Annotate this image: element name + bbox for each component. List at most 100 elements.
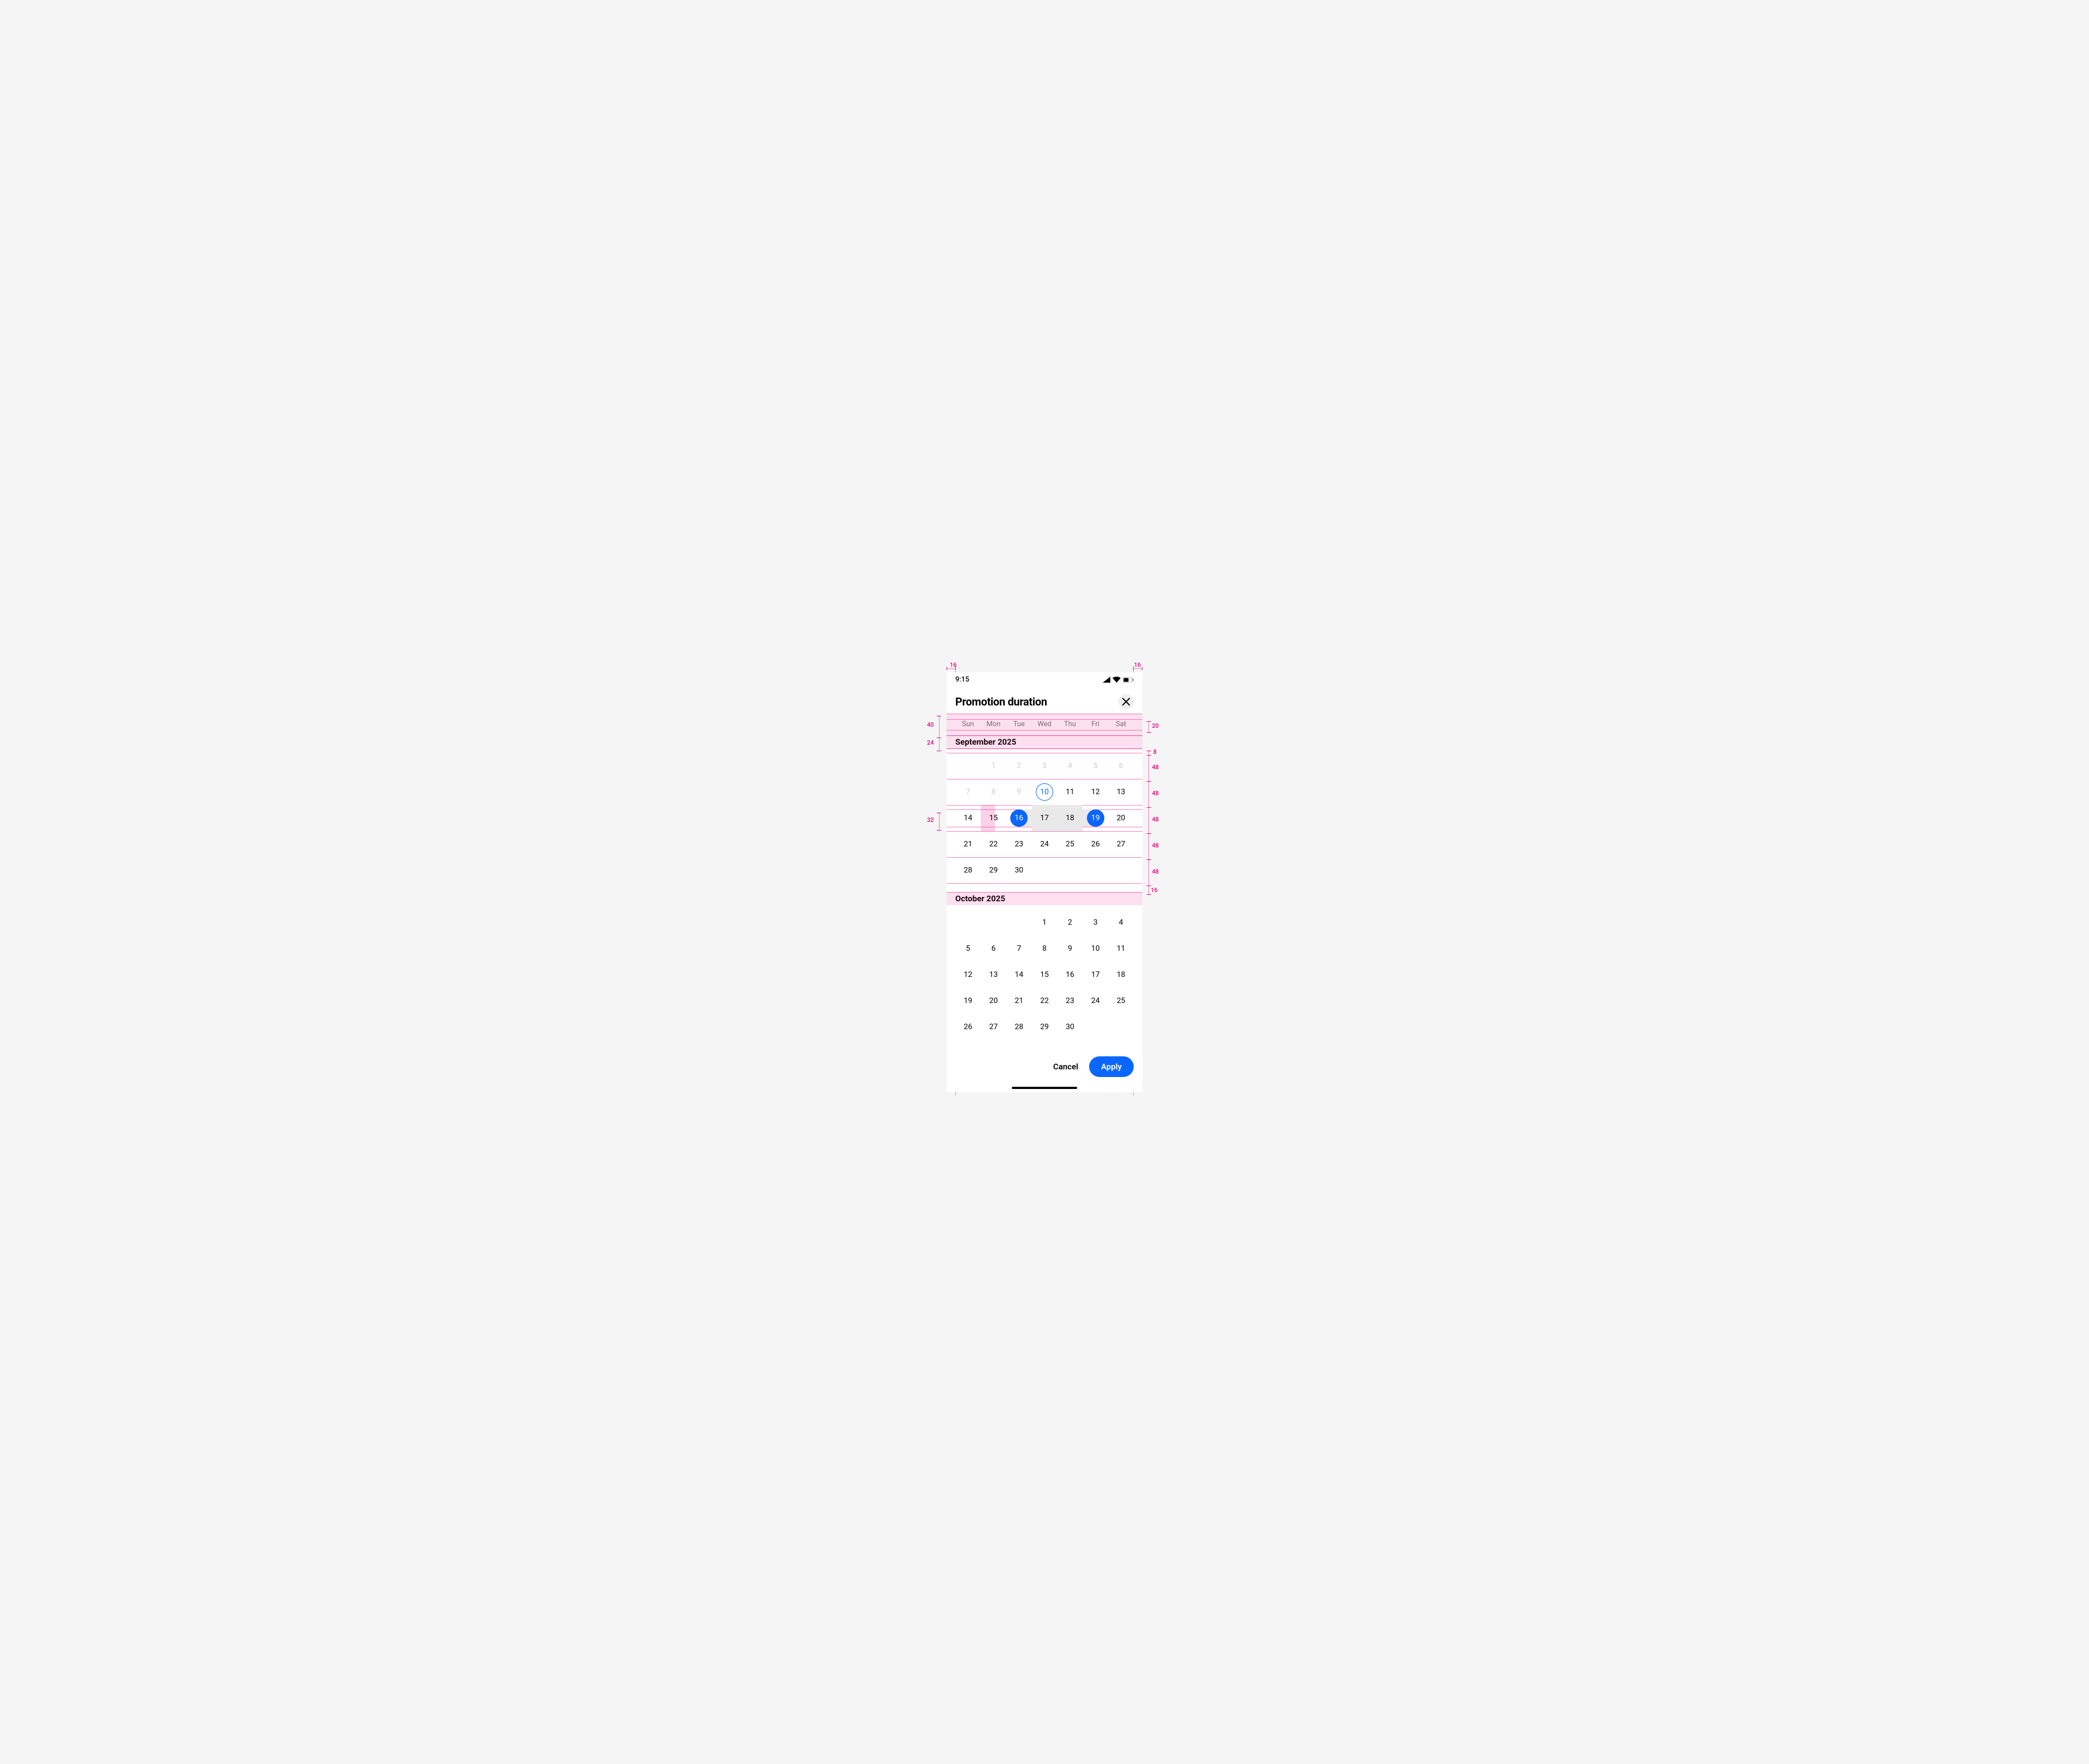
day-oct-18[interactable]: 18 bbox=[1108, 962, 1134, 988]
day-oct-16[interactable]: 16 bbox=[1057, 962, 1083, 988]
spec-label-48d: 48 bbox=[1152, 842, 1159, 849]
day-oct-5[interactable]: 5 bbox=[955, 936, 981, 962]
day-oct-2[interactable]: 2 bbox=[1057, 909, 1083, 936]
month-label-oct: October 2025 bbox=[947, 892, 1142, 905]
day-oct-3[interactable]: 3 bbox=[1083, 909, 1108, 936]
day-oct-15[interactable]: 15 bbox=[1032, 962, 1058, 988]
day-sep-15[interactable]: 15 bbox=[981, 805, 1006, 831]
spec-label-24: 24 bbox=[927, 739, 934, 746]
day-sep-6: 6 bbox=[1108, 753, 1134, 779]
status-time: 9:15 bbox=[955, 676, 969, 684]
month-label-sep: September 2025 bbox=[947, 735, 1142, 748]
day-oct-14[interactable]: 14 bbox=[1006, 962, 1032, 988]
day-sep-14[interactable]: 14 bbox=[955, 805, 981, 831]
day-empty bbox=[955, 753, 981, 779]
day-sep-10-today[interactable]: 10 bbox=[1032, 779, 1058, 805]
day-sep-1: 1 bbox=[981, 753, 1006, 779]
day-sep-5: 5 bbox=[1083, 753, 1108, 779]
close-button[interactable] bbox=[1118, 694, 1134, 709]
day-sep-21[interactable]: 21 bbox=[955, 831, 981, 857]
day-sep-2: 2 bbox=[1006, 753, 1032, 779]
dialog-footer: Cancel Apply bbox=[947, 1049, 1142, 1081]
day-oct-12[interactable]: 12 bbox=[955, 962, 981, 988]
day-sep-11[interactable]: 11 bbox=[1057, 779, 1083, 805]
day-oct-25[interactable]: 25 bbox=[1108, 988, 1134, 1014]
close-icon bbox=[1122, 698, 1130, 705]
cancel-button[interactable]: Cancel bbox=[1053, 1062, 1078, 1072]
day-oct-11[interactable]: 11 bbox=[1108, 936, 1134, 962]
weekday-wed: Wed bbox=[1032, 720, 1058, 728]
spec-label-48c: 48 bbox=[1152, 816, 1159, 823]
day-oct-10[interactable]: 10 bbox=[1083, 936, 1108, 962]
day-sep-27[interactable]: 27 bbox=[1108, 831, 1134, 857]
day-sep-13[interactable]: 13 bbox=[1108, 779, 1134, 805]
day-oct-24[interactable]: 24 bbox=[1083, 988, 1108, 1014]
dialog-header: Promotion duration bbox=[947, 688, 1142, 714]
day-sep-4: 4 bbox=[1057, 753, 1083, 779]
day-sep-7: 7 bbox=[955, 779, 981, 805]
day-oct-4[interactable]: 4 bbox=[1108, 909, 1134, 936]
weekday-mon: Mon bbox=[981, 720, 1006, 728]
day-sep-9: 9 bbox=[1006, 779, 1032, 805]
battery-icon bbox=[1123, 677, 1134, 683]
phone-frame: 9:15 Promotion duration Sun Mon bbox=[947, 672, 1142, 1092]
day-oct-8[interactable]: 8 bbox=[1032, 936, 1058, 962]
day-sep-19-range-end[interactable]: 19 bbox=[1083, 805, 1108, 831]
day-oct-9[interactable]: 9 bbox=[1057, 936, 1083, 962]
day-sep-23[interactable]: 23 bbox=[1006, 831, 1032, 857]
day-oct-29[interactable]: 29 bbox=[1032, 1014, 1058, 1040]
calendar-grid-sep: 1 2 3 4 5 6 7 8 9 10 11 12 13 14 15 16 1… bbox=[947, 748, 1142, 892]
day-sep-22[interactable]: 22 bbox=[981, 831, 1006, 857]
weekday-sat: Sat bbox=[1108, 720, 1134, 728]
home-indicator bbox=[1012, 1087, 1077, 1089]
day-oct-19[interactable]: 19 bbox=[955, 988, 981, 1014]
weekday-row: Sun Mon Tue Wed Thu Fri Sat bbox=[947, 714, 1142, 735]
day-empty bbox=[955, 909, 981, 936]
weekday-fri: Fri bbox=[1083, 720, 1108, 728]
day-sep-12[interactable]: 12 bbox=[1083, 779, 1108, 805]
calendar-grid-oct: 1 2 3 4 5 6 7 8 9 10 11 12 13 14 15 16 1… bbox=[947, 905, 1142, 1049]
day-sep-17-range[interactable]: 17 bbox=[1032, 805, 1058, 831]
day-oct-27[interactable]: 27 bbox=[981, 1014, 1006, 1040]
status-bar: 9:15 bbox=[947, 672, 1142, 688]
day-sep-28[interactable]: 28 bbox=[955, 857, 981, 883]
day-oct-1[interactable]: 1 bbox=[1032, 909, 1058, 936]
day-sep-8: 8 bbox=[981, 779, 1006, 805]
day-oct-28[interactable]: 28 bbox=[1006, 1014, 1032, 1040]
day-sep-16-range-start[interactable]: 16 bbox=[1006, 805, 1032, 831]
spec-label-32: 32 bbox=[927, 816, 934, 824]
day-oct-7[interactable]: 7 bbox=[1006, 936, 1032, 962]
day-oct-17[interactable]: 17 bbox=[1083, 962, 1108, 988]
day-oct-20[interactable]: 20 bbox=[981, 988, 1006, 1014]
day-oct-26[interactable]: 26 bbox=[955, 1014, 981, 1040]
day-sep-3: 3 bbox=[1032, 753, 1058, 779]
day-oct-6[interactable]: 6 bbox=[981, 936, 1006, 962]
day-oct-13[interactable]: 13 bbox=[981, 962, 1006, 988]
day-sep-18-range[interactable]: 18 bbox=[1057, 805, 1083, 831]
day-sep-26[interactable]: 26 bbox=[1083, 831, 1108, 857]
spec-label-48b: 48 bbox=[1152, 790, 1159, 797]
day-oct-23[interactable]: 23 bbox=[1057, 988, 1083, 1014]
day-sep-29[interactable]: 29 bbox=[981, 857, 1006, 883]
day-oct-21[interactable]: 21 bbox=[1006, 988, 1032, 1014]
spec-label-20: 20 bbox=[1152, 722, 1159, 729]
day-sep-24[interactable]: 24 bbox=[1032, 831, 1058, 857]
dialog-title: Promotion duration bbox=[955, 695, 1047, 708]
weekday-sun: Sun bbox=[955, 720, 981, 728]
spec-label-48e: 48 bbox=[1152, 868, 1159, 875]
spec-label-40: 40 bbox=[927, 721, 934, 728]
spec-label-pad-left: 16 bbox=[950, 661, 957, 669]
spec-label-8: 8 bbox=[1153, 748, 1157, 756]
spec-label-16b: 16 bbox=[1151, 887, 1158, 894]
day-sep-20[interactable]: 20 bbox=[1108, 805, 1134, 831]
apply-button[interactable]: Apply bbox=[1089, 1056, 1134, 1077]
weekday-thu: Thu bbox=[1057, 720, 1083, 728]
day-sep-25[interactable]: 25 bbox=[1057, 831, 1083, 857]
weekday-tue: Tue bbox=[1006, 720, 1032, 728]
day-sep-30[interactable]: 30 bbox=[1006, 857, 1032, 883]
day-oct-22[interactable]: 22 bbox=[1032, 988, 1058, 1014]
day-oct-30[interactable]: 30 bbox=[1057, 1014, 1083, 1040]
cellular-icon bbox=[1103, 677, 1110, 683]
day-empty bbox=[1006, 909, 1032, 936]
spec-label-pad-right: 16 bbox=[1134, 661, 1141, 669]
